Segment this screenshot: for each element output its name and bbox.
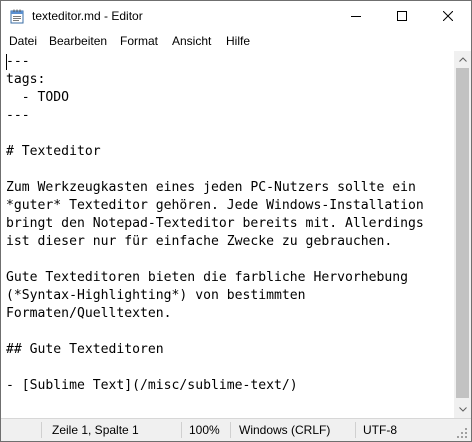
menu-bearbeiten[interactable]: Bearbeiten <box>49 34 107 48</box>
encoding: UTF-8 <box>363 423 397 437</box>
status-separator <box>355 422 356 438</box>
scroll-up-button[interactable] <box>454 51 471 68</box>
vertical-scrollbar[interactable] <box>454 51 471 418</box>
status-separator <box>41 422 42 438</box>
status-separator <box>181 422 182 438</box>
maximize-button[interactable] <box>379 1 425 31</box>
menu-hilfe[interactable]: Hilfe <box>226 34 250 48</box>
minimize-icon <box>351 16 361 17</box>
status-bar: Zeile 1, Spalte 1 100% Windows (CRLF) UT… <box>1 418 471 441</box>
line-endings: Windows (CRLF) <box>239 423 331 437</box>
close-button[interactable] <box>425 1 471 31</box>
title-bar[interactable]: texteditor.md - Editor <box>1 1 471 31</box>
maximize-icon <box>397 11 407 21</box>
text-caret <box>6 54 7 70</box>
menu-bar: Datei Bearbeiten Format Ansicht Hilfe <box>1 31 471 51</box>
editor-content[interactable]: --- tags: - TODO --- # Texteditor Zum We… <box>6 53 424 395</box>
zoom-level: 100% <box>189 423 220 437</box>
window-title: texteditor.md - Editor <box>32 9 143 23</box>
scroll-down-button[interactable] <box>454 401 471 418</box>
menu-ansicht[interactable]: Ansicht <box>172 34 211 48</box>
text-area[interactable]: --- tags: - TODO --- # Texteditor Zum We… <box>1 51 454 418</box>
scrollbar-thumb[interactable] <box>456 68 469 398</box>
menu-format[interactable]: Format <box>120 34 158 48</box>
chevron-up-icon <box>458 57 467 62</box>
menu-datei[interactable]: Datei <box>9 34 37 48</box>
cursor-position: Zeile 1, Spalte 1 <box>52 423 139 437</box>
minimize-button[interactable] <box>333 1 379 31</box>
chevron-down-icon <box>458 407 467 412</box>
status-separator <box>230 422 231 438</box>
resize-grip-icon[interactable] <box>456 427 468 439</box>
editor-window: texteditor.md - Editor Datei Bearbeiten … <box>0 0 472 442</box>
notepad-icon <box>10 9 24 24</box>
close-icon <box>443 11 453 21</box>
